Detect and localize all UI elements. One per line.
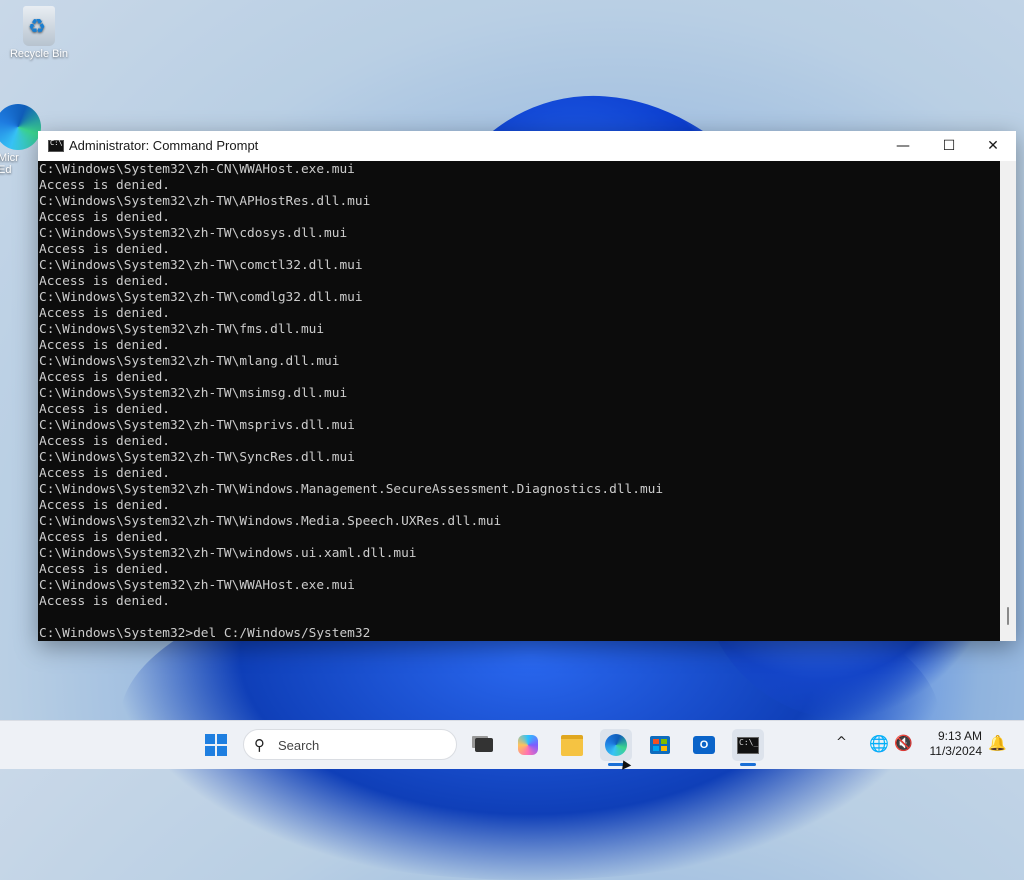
task-view-icon: [475, 738, 493, 752]
edge-icon: [605, 734, 627, 756]
recycle-bin-label: Recycle Bin: [9, 48, 69, 60]
console-line: C:\Windows\System32\zh-TW\SyncRes.dll.mu…: [39, 450, 355, 465]
minimize-button[interactable]: —: [880, 131, 926, 161]
cmd-app-icon: [48, 139, 64, 152]
store-icon: [650, 736, 670, 754]
network-globe-icon[interactable]: 🌐: [869, 734, 889, 753]
console-line: C:\Windows\System32>del C:/Windows/Syste…: [39, 626, 371, 641]
console-output[interactable]: C:\Windows\System32\zh-CN\WWAHost.exe.mu…: [38, 161, 1000, 641]
search-icon: ⚲: [254, 736, 265, 754]
console-line: Access is denied.: [39, 306, 170, 321]
command-prompt-window[interactable]: Administrator: Command Prompt — ☐ ✕ C:\W…: [38, 131, 1016, 641]
maximize-button[interactable]: ☐: [926, 131, 972, 161]
console-line: Access is denied.: [39, 370, 170, 385]
taskbar-search-box[interactable]: ⚲ Search: [243, 729, 457, 760]
show-hidden-icons-chevron-icon[interactable]: ^: [836, 735, 847, 750]
console-line: Access is denied.: [39, 562, 170, 577]
console-line: C:\Windows\System32\zh-TW\WWAHost.exe.mu…: [39, 578, 355, 593]
recycle-bin-icon: [23, 6, 55, 46]
console-line: Access is denied.: [39, 530, 170, 545]
close-button[interactable]: ✕: [970, 131, 1016, 161]
console-line: C:\Windows\System32\zh-TW\Windows.Media.…: [39, 514, 502, 529]
copilot-icon: [518, 735, 538, 755]
console-line: Access is denied.: [39, 242, 170, 257]
console-line: Access is denied.: [39, 434, 170, 449]
store-button[interactable]: [644, 729, 676, 761]
console-line: Access is denied.: [39, 338, 170, 353]
system-clock[interactable]: 9:13 AM 11/3/2024: [920, 729, 983, 759]
copilot-button[interactable]: [512, 729, 544, 761]
console-line: Access is denied.: [39, 402, 170, 417]
file-explorer-button[interactable]: [556, 729, 588, 761]
console-line: Access is denied.: [39, 594, 170, 609]
console-line: C:\Windows\System32\zh-TW\msimsg.dll.mui: [39, 386, 348, 401]
console-scrollbar[interactable]: [1000, 161, 1016, 641]
terminal-running-indicator: [740, 763, 756, 766]
clock-time: 9:13 AM: [937, 729, 982, 743]
terminal-icon: C:\_: [737, 736, 759, 754]
outlook-icon: O: [693, 736, 715, 754]
notifications-bell-icon[interactable]: 🔔: [988, 734, 1007, 752]
console-line: C:\Windows\System32\zh-TW\APHostRes.dll.…: [39, 194, 371, 209]
start-windows-icon: [205, 734, 227, 756]
taskbar: ⚲ Search O C:\_ ^ 🌐 🔇 9:13 AM 11/3/2024 …: [0, 720, 1024, 769]
console-line: C:\Windows\System32\zh-TW\mlang.dll.mui: [39, 354, 340, 369]
scrollbar-thumb[interactable]: [1007, 607, 1009, 625]
window-titlebar[interactable]: Administrator: Command Prompt — ☐ ✕: [38, 131, 1016, 161]
console-line: C:\Windows\System32\zh-TW\msprivs.dll.mu…: [39, 418, 355, 433]
console-line: C:\Windows\System32\zh-TW\windows.ui.xam…: [39, 546, 417, 561]
console-line: C:\Windows\System32\zh-CN\WWAHost.exe.mu…: [39, 162, 355, 177]
recycle-bin-desktop-icon[interactable]: Recycle Bin: [1, 6, 77, 60]
console-line: Access is denied.: [39, 274, 170, 289]
console-line: C:\Windows\System32\zh-TW\comctl32.dll.m…: [39, 258, 363, 273]
window-title: Administrator: Command Prompt: [69, 138, 259, 153]
console-line: C:\Windows\System32\zh-TW\fms.dll.mui: [39, 322, 325, 337]
task-view-button[interactable]: [468, 729, 500, 761]
terminal-button[interactable]: C:\_: [732, 729, 764, 761]
console-line: C:\Windows\System32\zh-TW\cdosys.dll.mui: [39, 226, 348, 241]
console-line: Access is denied.: [39, 466, 170, 481]
edge-icon: [0, 104, 41, 150]
start-button[interactable]: [200, 729, 232, 761]
console-line: C:\Windows\System32\zh-TW\Windows.Manage…: [39, 482, 664, 497]
volume-muted-icon[interactable]: 🔇: [894, 734, 913, 752]
clock-date: 11/3/2024: [929, 744, 983, 758]
console-line: Access is denied.: [39, 498, 170, 513]
console-line: Access is denied.: [39, 210, 170, 225]
edge-button[interactable]: [600, 729, 632, 761]
search-placeholder: Search: [278, 738, 320, 753]
console-line: Access is denied.: [39, 178, 170, 193]
outlook-button[interactable]: O: [688, 729, 720, 761]
file-explorer-icon: [561, 734, 583, 756]
console-line: C:\Windows\System32\zh-TW\comdlg32.dll.m…: [39, 290, 363, 305]
